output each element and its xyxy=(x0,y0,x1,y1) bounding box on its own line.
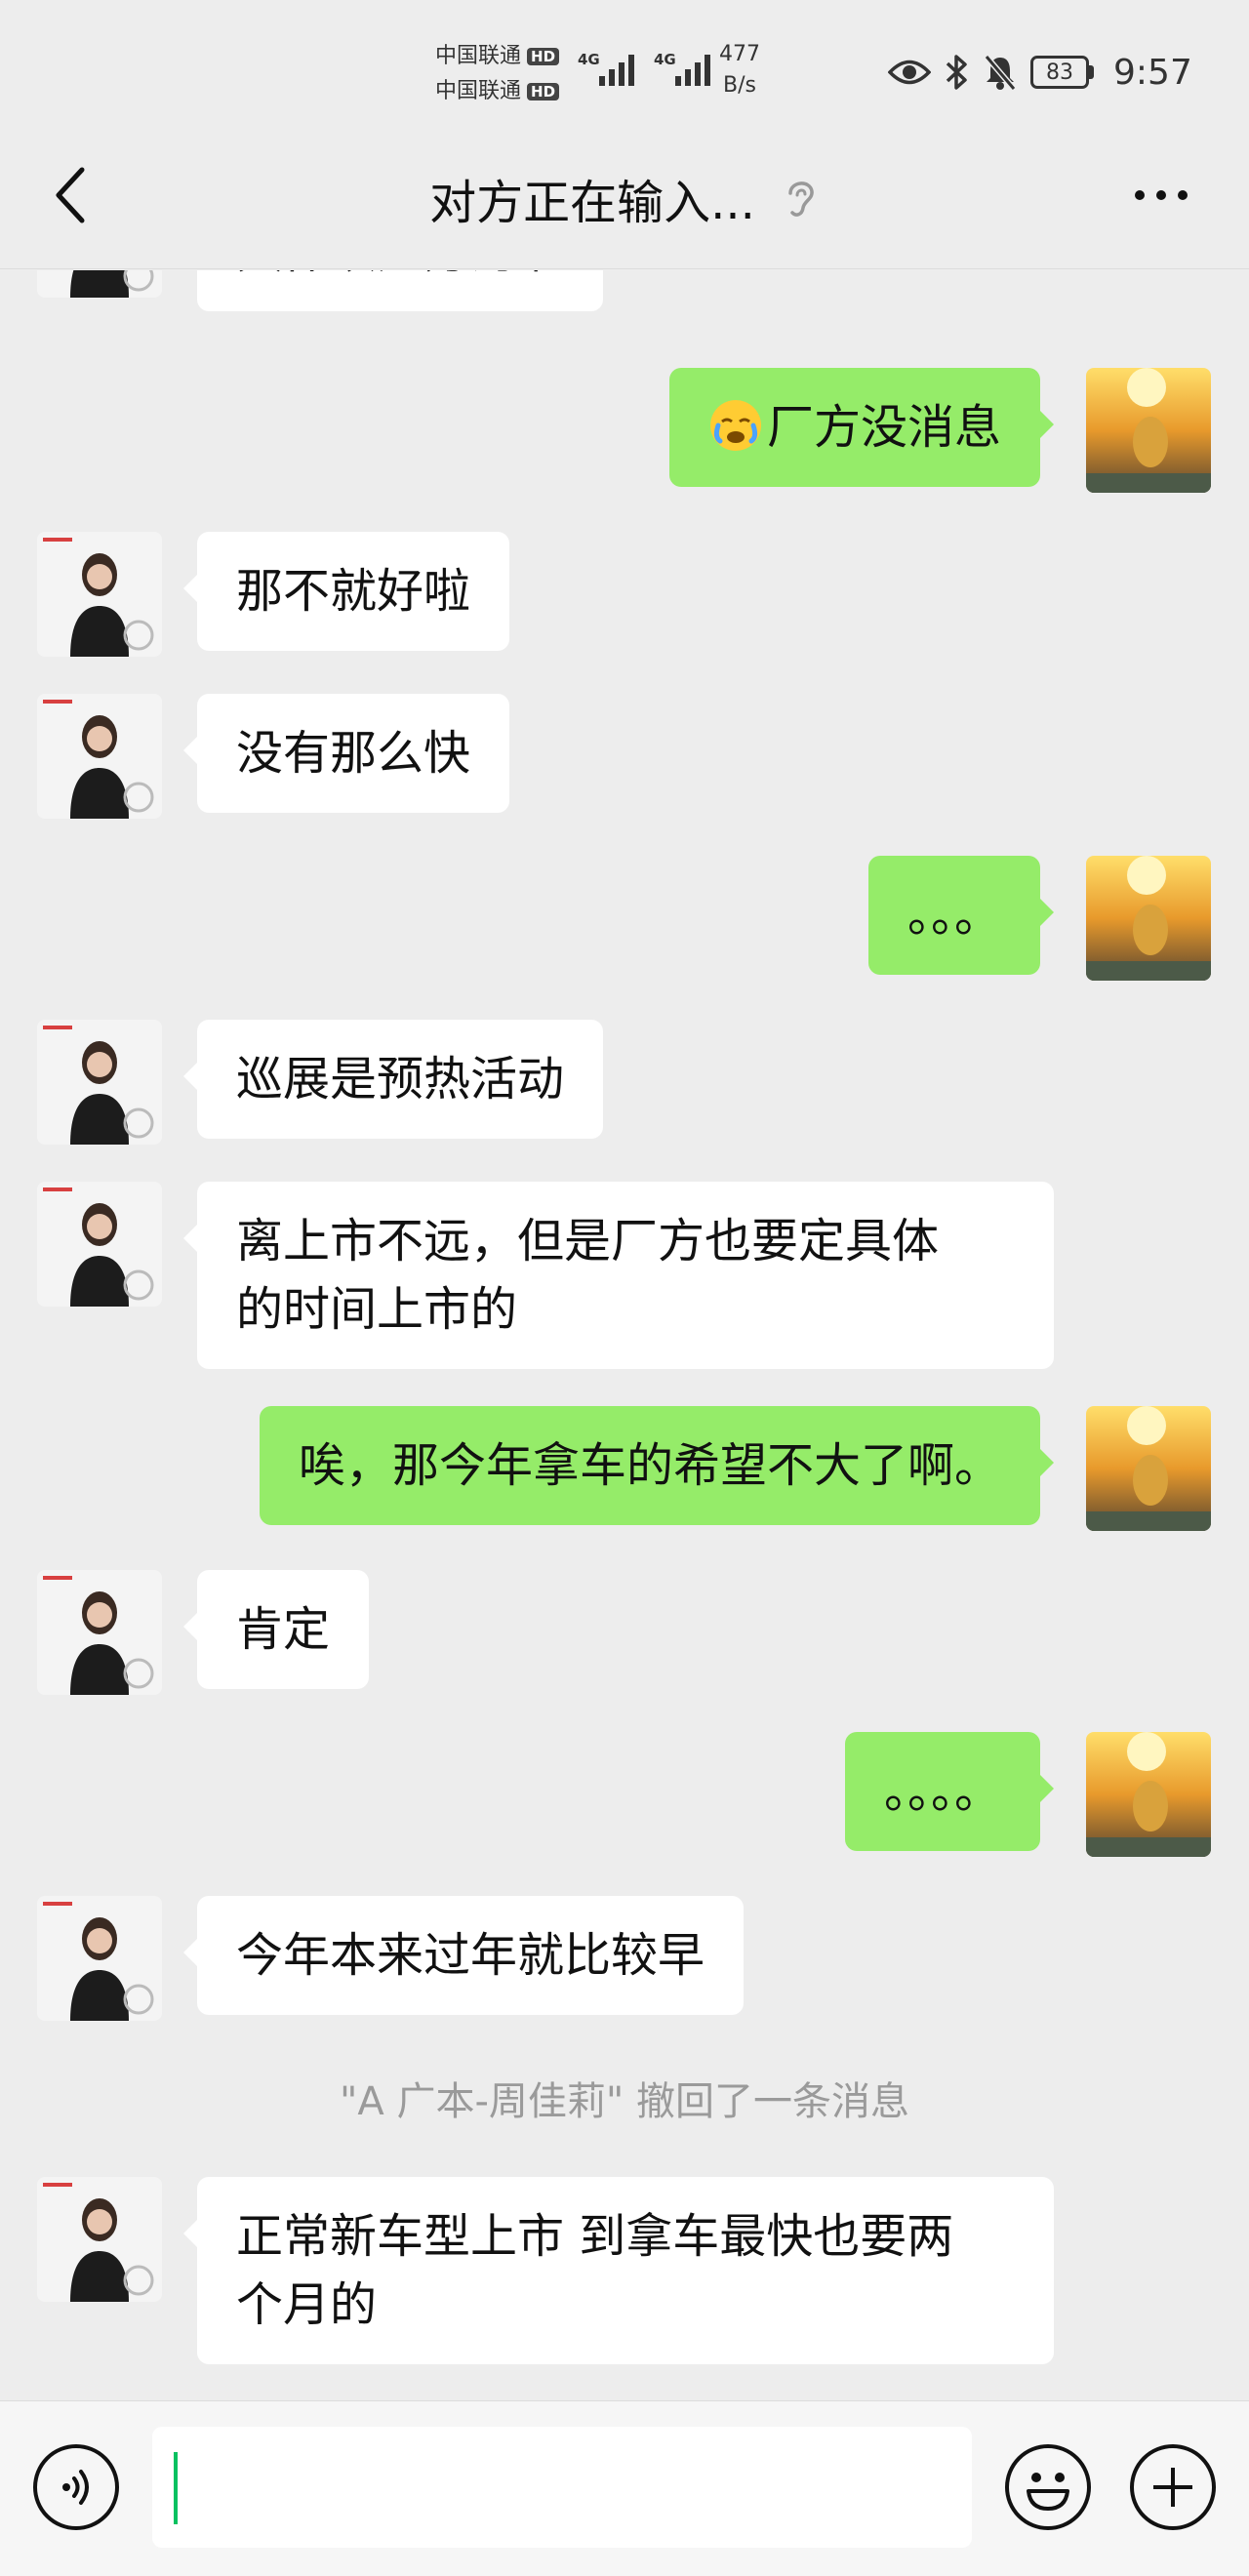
dot-icon xyxy=(1156,190,1166,200)
recall-notice: "A 广本-周佳莉" 撤回了一条消息 xyxy=(339,2079,910,2124)
message-text-line: 的时间上市的 xyxy=(236,1282,518,1337)
contact-avatar[interactable] xyxy=(37,2177,162,2302)
message-text: 厂方没消息 xyxy=(766,400,1001,455)
chat-message-list[interactable]: 具体以厂方为准 厂方没消息 那不就好啦 没有那么快 。。 xyxy=(0,270,1249,2400)
contact-avatar[interactable] xyxy=(37,1896,162,2021)
message-text: 唉，那今年拿车的希望不大了啊。 xyxy=(298,1438,1001,1493)
smiley-icon xyxy=(1027,2473,1069,2511)
input-bar xyxy=(0,2400,1249,2576)
my-avatar[interactable] xyxy=(1086,856,1211,981)
contact-avatar[interactable] xyxy=(37,532,162,657)
message-text: 肯定 xyxy=(236,1602,331,1657)
status-right: 83 9:57 xyxy=(888,47,1192,98)
dot-icon xyxy=(1135,190,1145,200)
hd-badge: HD xyxy=(527,48,560,65)
carrier-name: 中国联通 xyxy=(435,79,522,103)
message-bubble[interactable]: 离上市不远，但是厂方也要定具体 的时间上市的 xyxy=(183,1182,1054,1369)
title-wrap: 对方正在输入... xyxy=(0,164,1249,232)
contact-avatar[interactable] xyxy=(37,1570,162,1695)
carrier-2: 中国联通 HD xyxy=(435,74,560,109)
signal-icon: 4G xyxy=(654,47,716,90)
message-bubble[interactable]: 巡展是预热活动 xyxy=(182,1020,604,1139)
message-bubble[interactable]: 没有那么快 xyxy=(182,694,510,813)
speed-value: 477 xyxy=(719,42,760,66)
message-text: 那不就好啦 xyxy=(236,564,471,619)
chat-header: 对方正在输入... xyxy=(0,137,1249,269)
emoji-button[interactable] xyxy=(1005,2444,1091,2530)
ear-icon xyxy=(788,181,814,217)
message-bubble[interactable]: 正常新车型上市 到拿车最快也要两 个月的 xyxy=(183,2177,1054,2364)
message-bubble[interactable]: 厂方没消息 xyxy=(668,368,1055,487)
status-bar: 中国联通 HD 中国联通 HD 4G 4G 477 B/s 83 9:57 xyxy=(0,0,1249,137)
message-text: 。。。。 xyxy=(883,1764,1001,1819)
message-text: 。。。 xyxy=(907,888,1001,943)
text-caret xyxy=(174,2452,178,2524)
contact-avatar[interactable] xyxy=(37,1182,162,1307)
message-bubble[interactable]: 唉，那今年拿车的希望不大了啊。 xyxy=(259,1406,1055,1525)
message-bubble[interactable]: 今年本来过年就比较早 xyxy=(182,1896,745,2015)
network-speed: 477 B/s xyxy=(716,39,763,101)
message-bubble[interactable]: 。。。 xyxy=(867,856,1055,975)
battery-icon: 83 xyxy=(1030,56,1094,89)
carrier-name: 中国联通 xyxy=(435,44,522,68)
message-bubble[interactable]: 。。。。 xyxy=(844,1732,1055,1851)
message-text-line: 正常新车型上市 到拿车最快也要两 xyxy=(236,2209,954,2264)
my-avatar[interactable] xyxy=(1086,1406,1211,1531)
message-bubble[interactable]: 那不就好啦 xyxy=(182,532,510,651)
bluetooth-icon xyxy=(946,55,967,90)
carrier-info: 中国联通 HD 中国联通 HD xyxy=(435,39,560,109)
message-bubble[interactable]: 肯定 xyxy=(182,1570,370,1689)
mute-bell-icon xyxy=(984,55,1017,91)
page-title: 对方正在输入... xyxy=(429,176,755,230)
my-avatar[interactable] xyxy=(1086,368,1211,493)
message-text: 没有那么快 xyxy=(236,726,471,781)
hd-badge: HD xyxy=(527,83,560,101)
carrier-1: 中国联通 HD xyxy=(435,39,560,74)
more-options-button[interactable] xyxy=(1122,176,1200,215)
more-functions-button[interactable] xyxy=(1130,2444,1216,2530)
message-text-line: 个月的 xyxy=(236,2277,378,2332)
message-input[interactable] xyxy=(152,2427,972,2548)
eye-icon xyxy=(888,60,931,85)
voice-icon xyxy=(62,2470,89,2505)
network-type: 4G xyxy=(654,51,676,68)
message-text: 巡展是预热活动 xyxy=(236,1052,565,1107)
my-avatar[interactable] xyxy=(1086,1732,1211,1857)
signal-icon: 4G xyxy=(578,47,640,90)
battery-level: 83 xyxy=(1030,56,1089,89)
message-text-line: 离上市不远，但是厂方也要定具体 xyxy=(236,1214,940,1268)
speed-unit: B/s xyxy=(723,73,756,98)
contact-avatar[interactable] xyxy=(37,1020,162,1145)
contact-avatar[interactable] xyxy=(37,270,162,298)
message-text: 具体以厂方为准 xyxy=(236,270,564,279)
network-type: 4G xyxy=(578,51,600,68)
message-text: 今年本来过年就比较早 xyxy=(236,1928,705,1983)
dot-icon xyxy=(1178,190,1188,200)
contact-avatar[interactable] xyxy=(37,694,162,819)
crying-face-emoji-icon xyxy=(709,400,761,451)
clock: 9:57 xyxy=(1113,52,1192,93)
voice-input-button[interactable] xyxy=(33,2444,119,2530)
signal-indicators: 4G 4G xyxy=(578,47,716,90)
message-bubble[interactable]: 具体以厂方为准 xyxy=(197,270,604,311)
